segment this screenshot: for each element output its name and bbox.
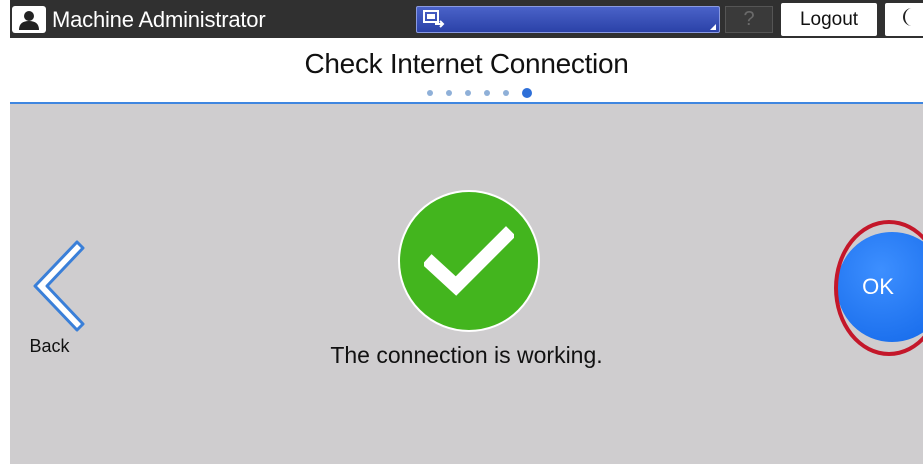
moon-icon <box>901 7 917 32</box>
step-dot <box>427 90 433 96</box>
step-dot <box>503 90 509 96</box>
success-indicator <box>398 190 540 332</box>
step-dot <box>446 90 452 96</box>
user-info[interactable]: Machine Administrator <box>12 6 266 33</box>
help-button[interactable]: ? <box>725 6 773 33</box>
job-list-icon <box>423 9 445 34</box>
step-dot <box>484 90 490 96</box>
user-name: Machine Administrator <box>52 6 266 32</box>
page-title: Check Internet Connection <box>304 48 629 79</box>
step-indicator <box>427 88 545 98</box>
checkmark-icon <box>424 226 514 296</box>
step-dot <box>465 90 471 96</box>
logout-button[interactable]: Logout <box>781 3 877 36</box>
status-message: The connection is working. <box>330 342 603 368</box>
chevron-left-icon <box>33 240 85 332</box>
dropdown-corner-icon <box>710 24 716 30</box>
status-bar: Machine Administrator ? Logout <box>10 0 923 38</box>
user-icon <box>12 6 46 33</box>
ok-button[interactable]: OK <box>837 232 923 342</box>
page-header: Check Internet Connection <box>10 38 923 104</box>
step-dot-current <box>522 88 532 98</box>
main-content: Back The connection is working. OK <box>10 104 923 464</box>
job-status-field[interactable] <box>416 6 720 33</box>
sleep-button[interactable] <box>885 3 923 36</box>
